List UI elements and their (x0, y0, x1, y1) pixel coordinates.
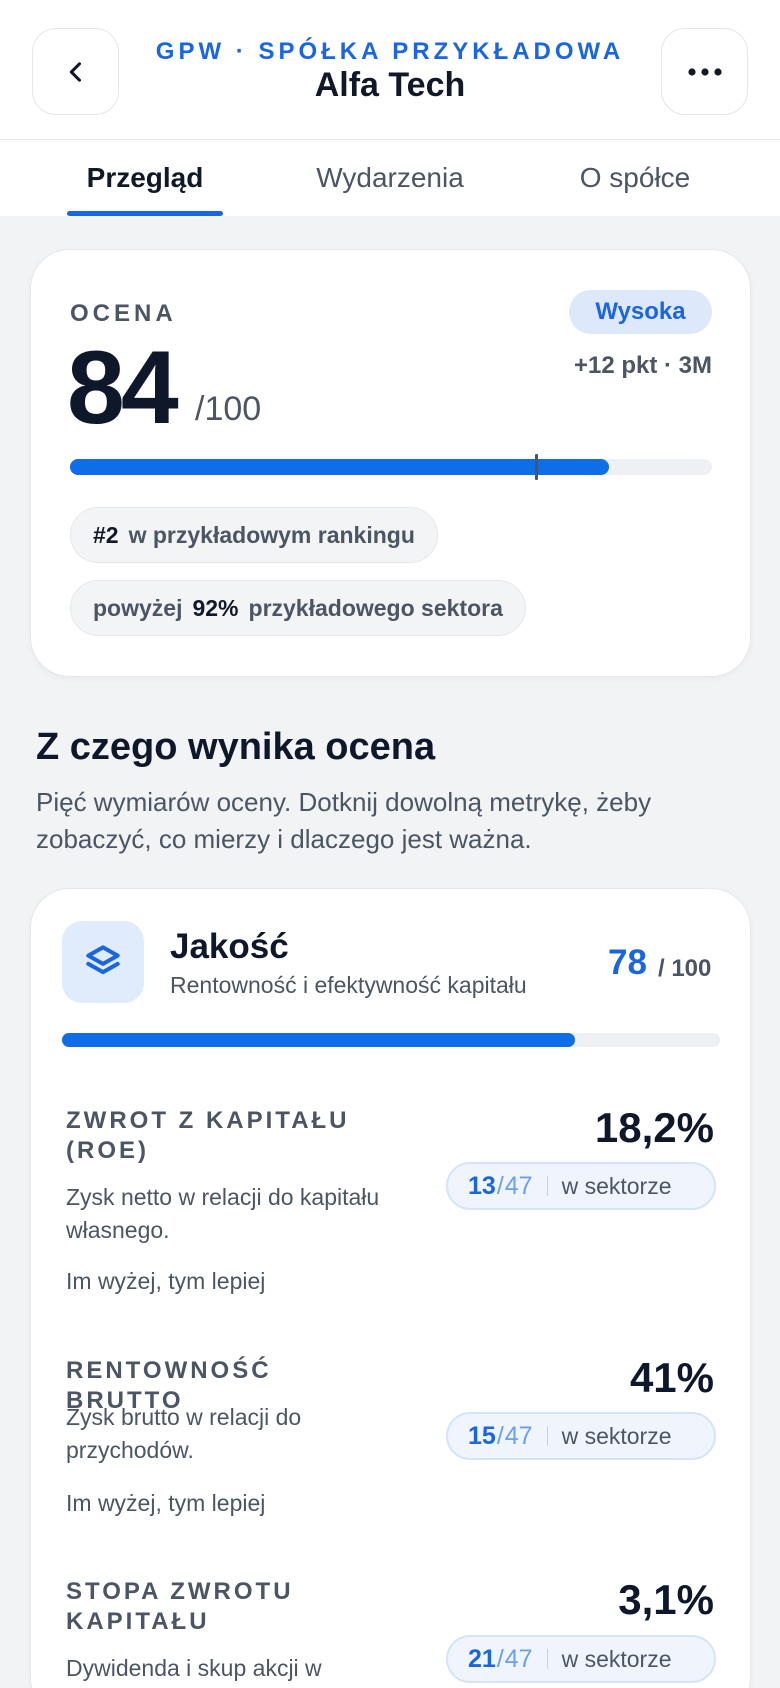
sector-rank-pill[interactable]: 15/47 w sektorze (446, 1412, 716, 1460)
sector-total: 47 (504, 1421, 533, 1450)
tab-bar: Przegląd Wydarzenia O spółce (0, 140, 780, 216)
rank-text: w przykładowym rankingu (128, 521, 415, 548)
section-title: Z czego wynika ocena (36, 726, 436, 768)
score-card[interactable]: OCENA 84 /100 Wysoka +12 pkt · 3M #2 w p… (30, 249, 751, 677)
app-header: GPW · SPÓŁKA PRZYKŁADOWA Alfa Tech (0, 0, 780, 140)
score-benchmark-marker (535, 454, 539, 480)
metric-description: Dywidenda i skup akcji w (66, 1655, 322, 1681)
score-label: OCENA (70, 300, 177, 327)
percentile-prefix: powyżej (93, 594, 183, 621)
sector-rank-suffix: w sektorze (561, 1172, 672, 1199)
metric-value: 41% (629, 1354, 714, 1401)
dimension-subtitle: Rentowność i efektywność kapitału (170, 972, 527, 998)
metric-direction: Im wyżej, tym lepiej (66, 1268, 266, 1294)
metric-description: Zysk brutto w relacji do przychodów. (66, 1404, 302, 1463)
sector-rank-pill[interactable]: 13/47 w sektorze (446, 1162, 716, 1210)
metric-name[interactable]: STOPA ZWROTU KAPITAŁU (66, 1577, 386, 1637)
score-progress-bar (70, 454, 712, 480)
dimension-title: Jakość (170, 927, 289, 966)
metric-direction: Im wyżej, tym lepiej (66, 1490, 266, 1516)
rank-pill: #2 w przykładowym rankingu (70, 507, 438, 563)
score-value: 84 (67, 330, 179, 446)
percentile-pill: powyżej 92% przykładowego sektora (70, 580, 526, 636)
tab-overview[interactable]: Przegląd (45, 140, 245, 216)
dimension-score-max: / 100 (658, 955, 712, 982)
metric-value: 18,2% (594, 1104, 714, 1151)
score-max: /100 (195, 390, 262, 428)
sector-rank-pill[interactable]: 21/47 w sektorze (446, 1635, 716, 1683)
sector-rank: 21 (468, 1644, 496, 1673)
active-tab-indicator (67, 211, 223, 216)
score-level-badge: Wysoka (569, 290, 712, 334)
rank-value: #2 (93, 521, 119, 548)
dimension-progress-bar (62, 1033, 720, 1047)
sector-total: 47 (504, 1171, 533, 1200)
metric-name[interactable]: ZWROT Z KAPITAŁU (ROE) (66, 1106, 386, 1166)
percentile-value: 92% (192, 594, 239, 621)
sector-total: 47 (504, 1644, 533, 1673)
metric-description: Zysk netto w relacji do kapitału własneg… (66, 1184, 380, 1243)
pill-divider (546, 1426, 548, 1446)
section-description: Pięć wymiarów oceny. Dotknij dowolną met… (36, 787, 652, 854)
pill-divider (546, 1176, 548, 1196)
sector-rank-suffix: w sektorze (561, 1422, 672, 1449)
dimension-icon-box (62, 921, 144, 1003)
sector-rank: 13 (468, 1171, 496, 1200)
more-horizontal-icon (687, 67, 722, 76)
dimension-progress-fill (62, 1033, 576, 1047)
sector-rank-suffix: w sektorze (561, 1645, 672, 1672)
sector-rank: 15 (468, 1421, 496, 1450)
pill-divider (546, 1649, 548, 1669)
more-button[interactable] (661, 28, 748, 115)
dimension-card-quality[interactable]: Jakość Rentowność i efektywność kapitału… (30, 888, 751, 1688)
layers-icon (86, 945, 120, 975)
tab-about[interactable]: O spółce (535, 140, 735, 216)
score-progress-fill (70, 459, 610, 475)
metric-value: 3,1% (618, 1576, 714, 1623)
percentile-suffix: przykładowego sektora (248, 594, 503, 621)
tab-events[interactable]: Wydarzenia (290, 140, 490, 216)
score-delta: +12 pkt · 3M (573, 352, 712, 379)
dimension-score: 78 (608, 943, 647, 982)
